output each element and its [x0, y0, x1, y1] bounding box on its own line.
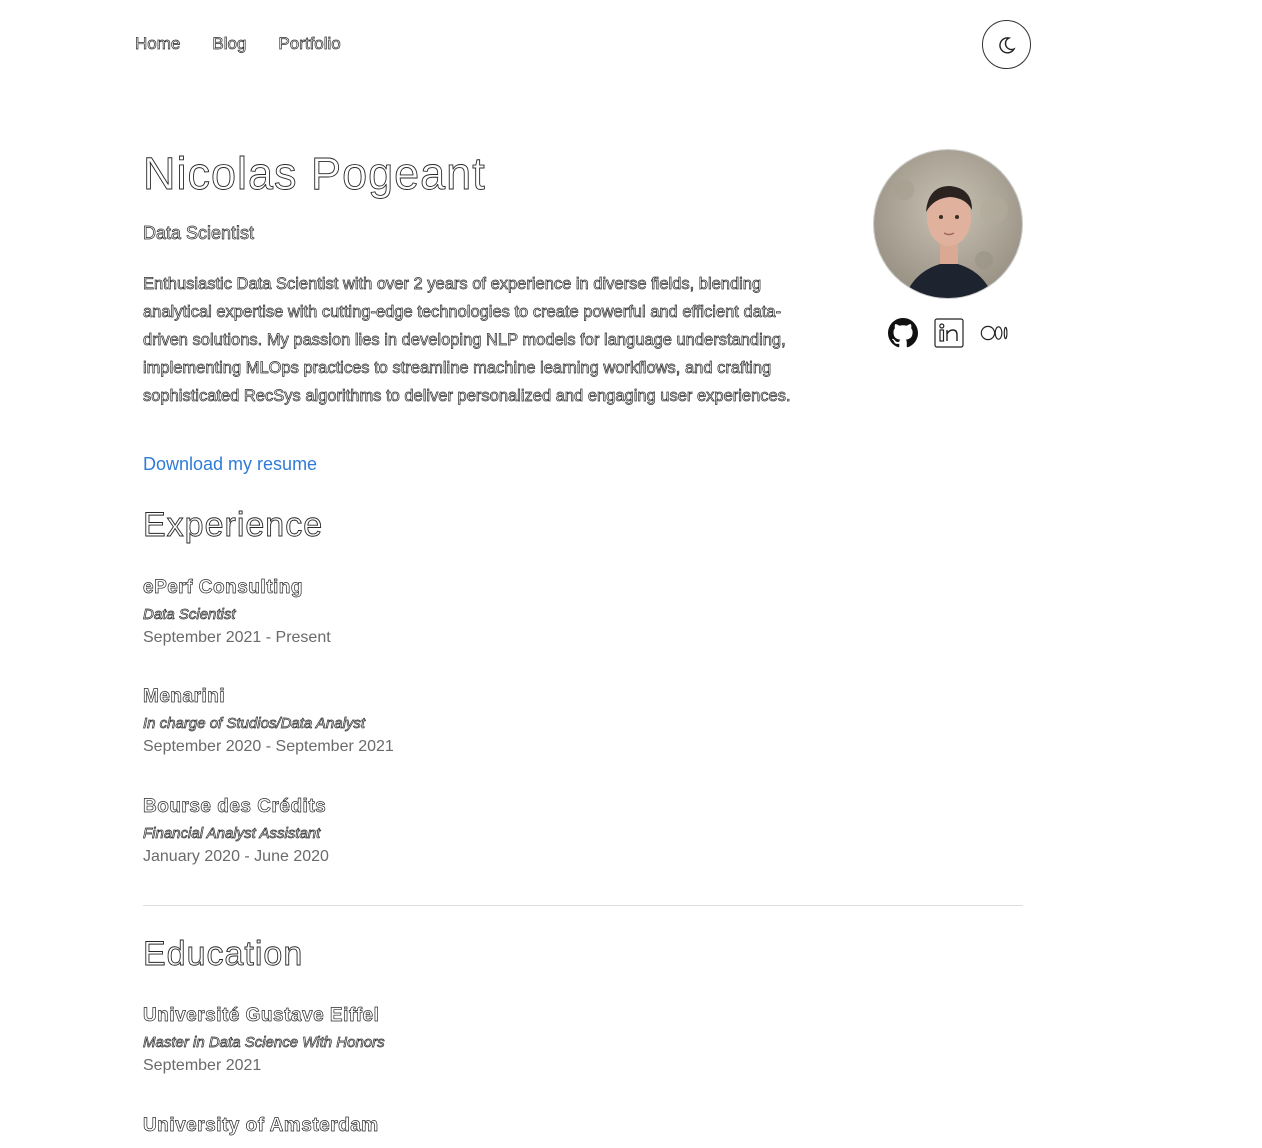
- education-dates: September 2021: [143, 1057, 262, 1074]
- moon-icon: [998, 36, 1016, 53]
- education-item: Université Gustave Eiffel Master in Data…: [143, 1005, 385, 1075]
- experience-item: Bourse des Crédits Financial Analyst Ass…: [143, 796, 329, 866]
- experience-dates: January 2020 - June 2020: [143, 848, 329, 865]
- experience-position: In charge of Studios/Data Analyst: [143, 715, 366, 733]
- download-resume-link[interactable]: Download my resume: [143, 454, 317, 475]
- education-item: University of Amsterdam: [143, 1115, 379, 1137]
- experience-org: Menarini: [143, 686, 226, 708]
- github-icon[interactable]: [888, 318, 918, 348]
- profile-role: Data Scientist: [143, 223, 255, 244]
- nav-blog-link[interactable]: Blog: [212, 34, 247, 54]
- profile-name: Nicolas Pogeant: [143, 148, 486, 200]
- linkedin-icon[interactable]: [934, 318, 964, 348]
- education-heading: Education: [143, 935, 304, 974]
- avatar: [873, 149, 1023, 299]
- profile-bio: Enthusiastic Data Scientist with over 2 …: [143, 275, 791, 406]
- education-org: University of Amsterdam: [143, 1115, 379, 1137]
- experience-org: ePerf Consulting: [143, 577, 304, 599]
- top-nav: Home Blog Portfolio: [135, 34, 341, 54]
- experience-item: ePerf Consulting Data Scientist Septembe…: [143, 577, 331, 647]
- experience-org: Bourse des Crédits: [143, 796, 327, 818]
- nav-home-link[interactable]: Home: [135, 34, 181, 54]
- education-degree: Master in Data Science With Honors: [143, 1034, 385, 1052]
- experience-dates: September 2021 - Present: [143, 629, 331, 646]
- experience-item: Menarini In charge of Studios/Data Analy…: [143, 686, 394, 756]
- experience-position: Financial Analyst Assistant: [143, 825, 321, 843]
- social-links: [888, 318, 1010, 348]
- experience-heading: Experience: [143, 506, 324, 545]
- theme-toggle-button[interactable]: [982, 20, 1031, 69]
- experience-position: Data Scientist: [143, 606, 236, 624]
- section-divider: [143, 905, 1023, 906]
- nav-portfolio-link[interactable]: Portfolio: [278, 34, 341, 54]
- medium-icon[interactable]: [980, 318, 1010, 348]
- education-org: Université Gustave Eiffel: [143, 1005, 380, 1027]
- experience-dates: September 2020 - September 2021: [143, 738, 394, 755]
